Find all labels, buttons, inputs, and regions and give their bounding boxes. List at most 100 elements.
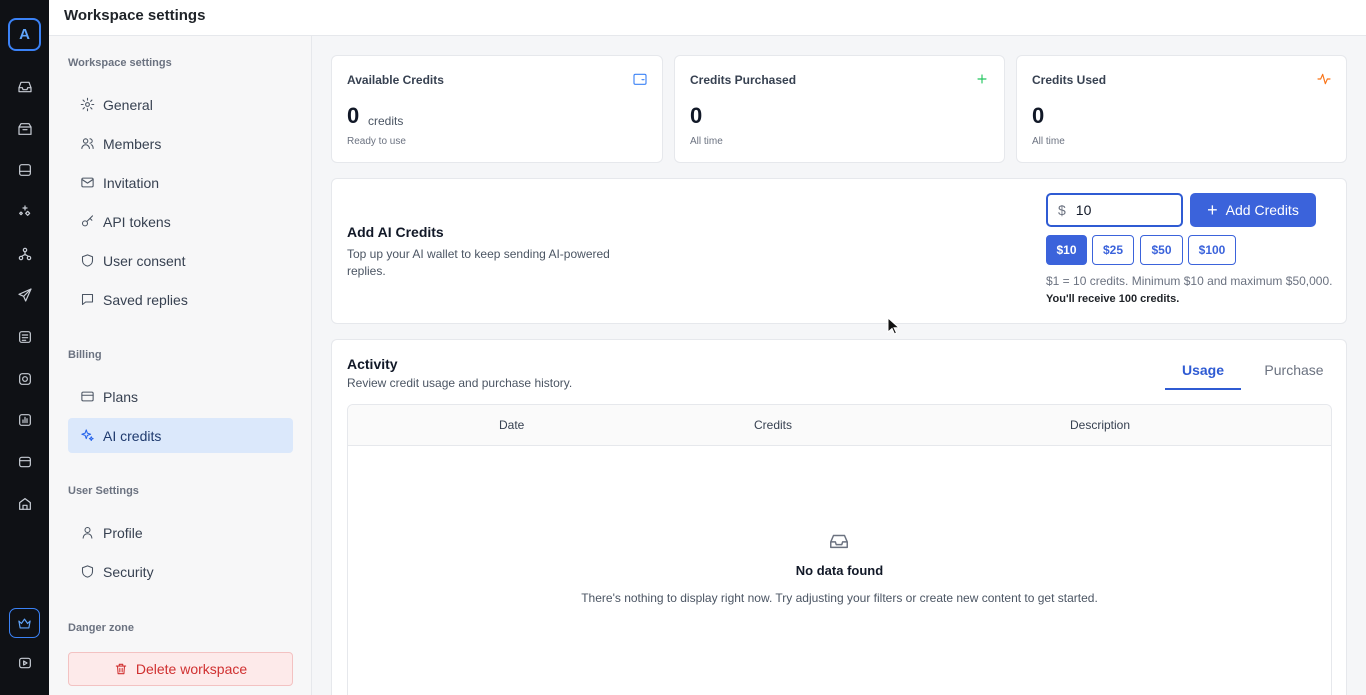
add-credits-card: Add AI Credits Top up your AI wallet to … bbox=[331, 178, 1347, 324]
preset-10-button[interactable]: $10 bbox=[1046, 235, 1087, 265]
sparkles-icon bbox=[81, 429, 94, 442]
sidebar-item-saved-replies[interactable]: Saved replies bbox=[68, 282, 293, 317]
sidebar-item-label: Profile bbox=[103, 524, 143, 541]
top-bar: Workspace settings bbox=[49, 0, 1366, 36]
table-header: Date Credits Description bbox=[348, 405, 1331, 446]
stat-label: Credits Used bbox=[1032, 73, 1107, 87]
add-credits-description: Top up your AI wallet to keep sending AI… bbox=[347, 247, 610, 278]
sidebar-item-plans[interactable]: Plans bbox=[68, 379, 293, 414]
empty-state-title: No data found bbox=[795, 563, 884, 578]
video-icon[interactable] bbox=[14, 652, 35, 673]
add-credits-button[interactable]: + Add Credits bbox=[1190, 193, 1316, 227]
activity-icon bbox=[1316, 71, 1332, 87]
amount-input[interactable]: $ bbox=[1046, 193, 1183, 227]
message-icon bbox=[81, 293, 94, 306]
sidebar-item-ai-credits[interactable]: AI credits bbox=[68, 418, 293, 453]
section-billing: Billing bbox=[68, 349, 102, 361]
empty-state-description: There's nothing to display right now. Tr… bbox=[581, 591, 1098, 605]
currency-symbol: $ bbox=[1058, 202, 1066, 218]
wallet-icon bbox=[632, 71, 648, 87]
sidebar-item-general[interactable]: General bbox=[68, 87, 293, 122]
sidebar-item-label: API tokens bbox=[103, 213, 171, 230]
database-icon[interactable] bbox=[14, 159, 35, 180]
card-icon[interactable] bbox=[14, 451, 35, 472]
sidebar-item-profile[interactable]: Profile bbox=[68, 515, 293, 550]
stat-sub: All time bbox=[690, 136, 723, 147]
page-title: Workspace settings bbox=[64, 7, 206, 24]
mail-icon bbox=[81, 177, 94, 188]
available-credits-card: Available Credits 0 credits Ready to use bbox=[331, 55, 663, 163]
chart-icon[interactable] bbox=[14, 409, 35, 430]
sidebar-item-label: Saved replies bbox=[103, 291, 188, 308]
trash-icon bbox=[115, 663, 127, 675]
shield-icon bbox=[81, 254, 94, 267]
tab-usage[interactable]: Usage bbox=[1165, 362, 1241, 390]
stat-sub: Ready to use bbox=[347, 136, 406, 147]
gear-icon bbox=[80, 97, 95, 112]
stat-unit: credits bbox=[368, 114, 404, 128]
preset-25-button[interactable]: $25 bbox=[1092, 235, 1134, 265]
column-credits: Credits bbox=[754, 418, 793, 432]
tab-purchase[interactable]: Purchase bbox=[1256, 362, 1332, 390]
add-credits-title: Add AI Credits bbox=[347, 224, 444, 240]
delete-workspace-button[interactable]: Delete workspace bbox=[68, 652, 293, 686]
sidebar-item-api-tokens[interactable]: API tokens bbox=[68, 204, 293, 239]
inbox-icon bbox=[828, 530, 850, 552]
section-user-settings: User Settings bbox=[68, 485, 139, 497]
activity-card: Activity Review credit usage and purchas… bbox=[331, 339, 1347, 695]
preset-100-button[interactable]: $100 bbox=[1188, 235, 1236, 265]
column-description: Description bbox=[1070, 418, 1131, 432]
sidebar-item-label: User consent bbox=[103, 252, 186, 269]
key-icon bbox=[81, 215, 94, 227]
credits-used-card: Credits Used 0 All time bbox=[1016, 55, 1347, 163]
plus-icon: + bbox=[1207, 200, 1218, 220]
shield-icon bbox=[81, 565, 94, 578]
sidebar-item-security[interactable]: Security bbox=[68, 554, 293, 589]
sidebar-item-label: Plans bbox=[103, 388, 139, 405]
section-workspace-settings: Workspace settings bbox=[68, 57, 172, 69]
sidebar-item-label: AI credits bbox=[103, 427, 162, 444]
activity-title: Activity bbox=[347, 356, 398, 372]
sidebar-item-label: General bbox=[103, 96, 153, 113]
plus-icon bbox=[974, 71, 990, 87]
preset-50-button[interactable]: $50 bbox=[1140, 235, 1183, 265]
amount-field[interactable] bbox=[1075, 202, 1166, 218]
activity-description: Review credit usage and purchase history… bbox=[347, 376, 573, 390]
stat-value: 0 bbox=[347, 103, 360, 128]
workflow-icon[interactable] bbox=[14, 243, 35, 264]
list-icon[interactable] bbox=[14, 326, 35, 347]
users-icon bbox=[81, 138, 94, 150]
shop-icon[interactable] bbox=[14, 493, 35, 514]
sidebar-item-user-consent[interactable]: User consent bbox=[68, 243, 293, 278]
workspace-logo[interactable]: A bbox=[8, 18, 41, 51]
settings-sidebar: Workspace settings General Members Invit… bbox=[49, 36, 312, 695]
column-date: Date bbox=[499, 418, 525, 432]
app-rail: A bbox=[0, 0, 49, 695]
stat-sub: All time bbox=[1032, 136, 1065, 147]
sidebar-item-label: Invitation bbox=[103, 174, 160, 191]
sidebar-item-invitation[interactable]: Invitation bbox=[68, 165, 293, 200]
receive-summary: You'll receive 100 credits. bbox=[1046, 293, 1180, 305]
stat-value: 0 bbox=[690, 103, 703, 128]
sidebar-item-label: Members bbox=[103, 135, 162, 152]
send-icon[interactable] bbox=[14, 284, 35, 305]
inbox-icon[interactable] bbox=[14, 76, 35, 97]
sidebar-item-members[interactable]: Members bbox=[68, 126, 293, 161]
credits-purchased-card: Credits Purchased 0 All time bbox=[674, 55, 1005, 163]
archive-icon[interactable] bbox=[14, 118, 35, 139]
sparkles-icon[interactable] bbox=[14, 201, 35, 222]
crown-icon[interactable] bbox=[9, 608, 40, 638]
instagram-icon[interactable] bbox=[14, 368, 35, 389]
stat-label: Credits Purchased bbox=[690, 73, 797, 87]
credit-card-icon bbox=[81, 391, 94, 402]
stat-label: Available Credits bbox=[347, 73, 444, 87]
stat-value: 0 bbox=[1032, 103, 1045, 128]
conversion-note: $1 = 10 credits. Minimum $10 and maximum… bbox=[1046, 274, 1333, 288]
add-credits-button-label: Add Credits bbox=[1225, 202, 1299, 218]
delete-workspace-label: Delete workspace bbox=[135, 661, 248, 677]
user-icon bbox=[82, 526, 93, 539]
section-danger-zone: Danger zone bbox=[68, 622, 135, 634]
mouse-cursor-icon bbox=[887, 317, 899, 335]
sidebar-item-label: Security bbox=[103, 563, 154, 580]
activity-table: Date Credits Description No data found T… bbox=[347, 404, 1332, 695]
